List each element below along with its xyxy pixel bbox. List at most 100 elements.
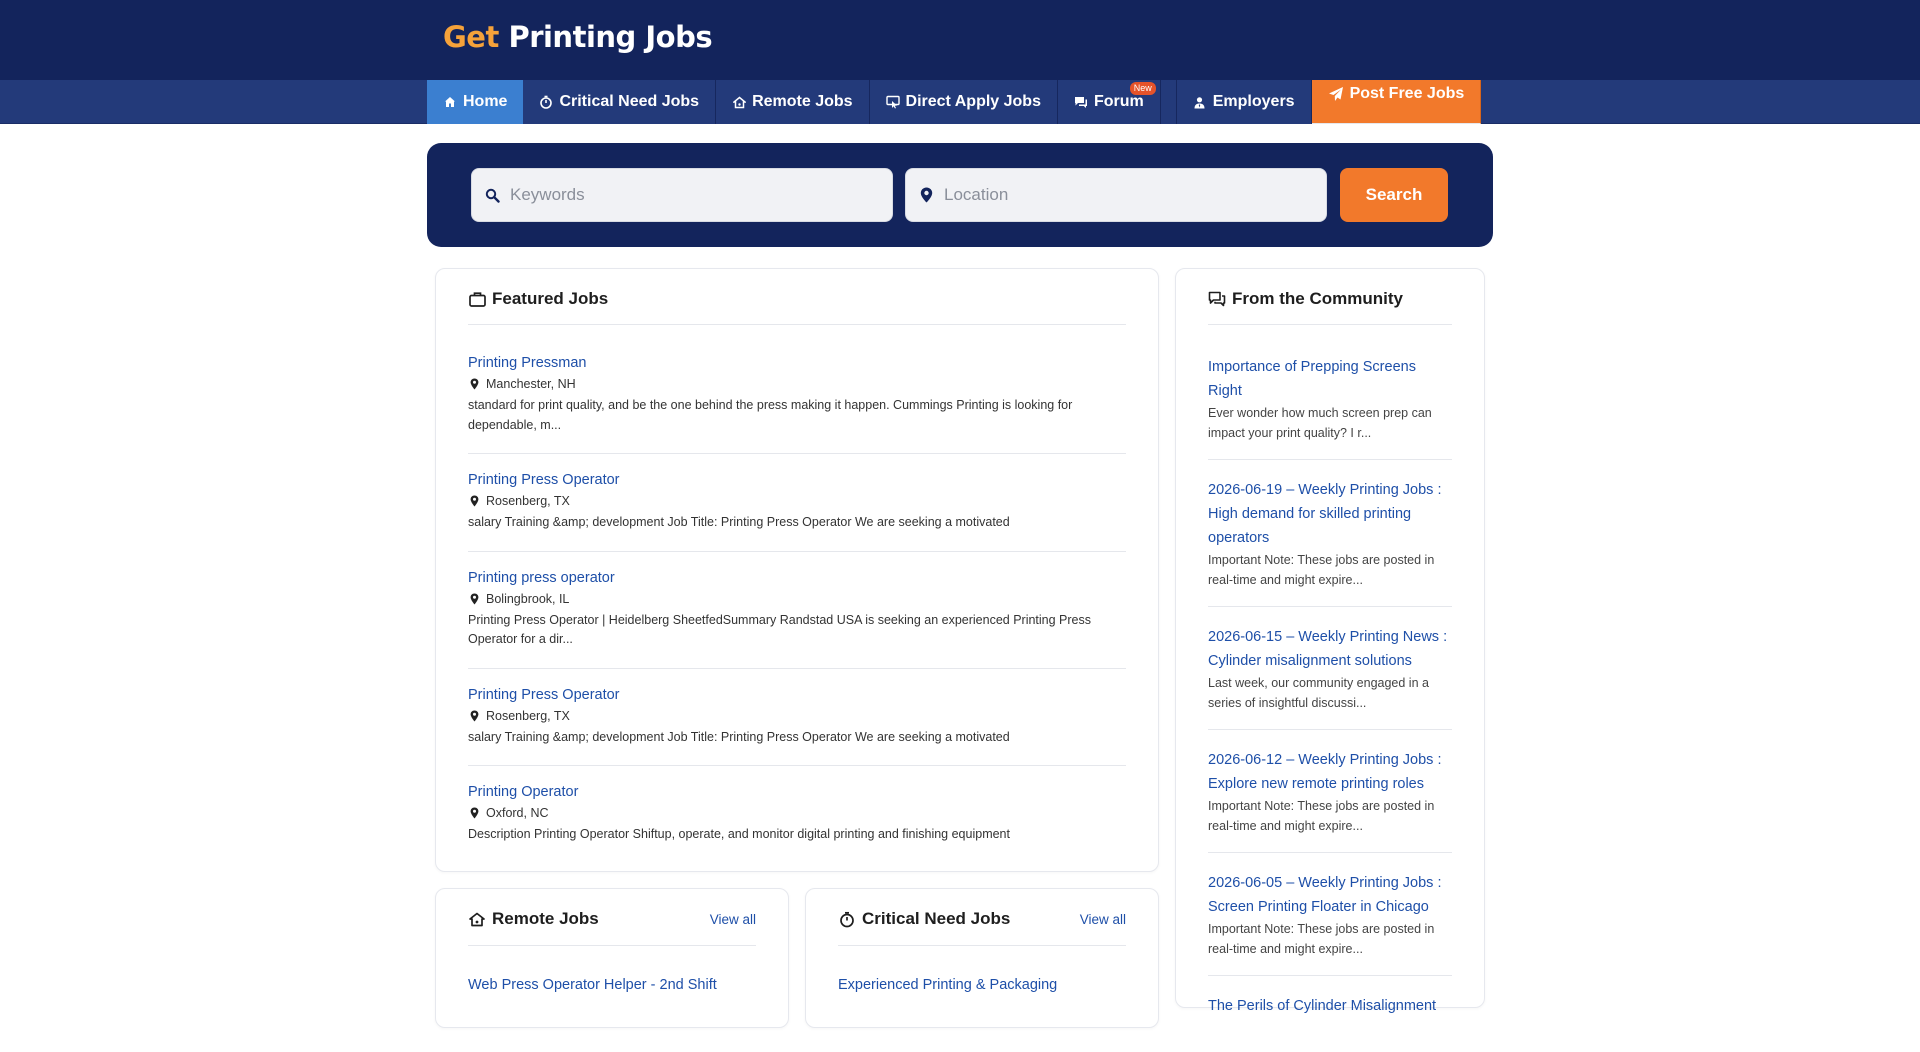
critical-divider [838, 945, 1126, 946]
remote-view-all-link[interactable]: View all [710, 912, 756, 927]
community-post-list: Importance of Prepping Screens Right Eve… [1208, 355, 1452, 1052]
pointer-screen-icon [885, 95, 900, 109]
map-pin-icon [468, 495, 480, 507]
post-title-link[interactable]: 2026-06-12 – Weekly Printing Jobs : Expl… [1208, 748, 1452, 796]
job-title-link[interactable]: Printing Press Operator [468, 472, 1126, 488]
critical-need-card: Critical Need Jobs View all Experienced … [805, 888, 1159, 1028]
briefcase-icon [468, 290, 486, 308]
search-panel: Search [427, 143, 1493, 247]
job-item: Printing Pressman Manchester, NH standar… [468, 355, 1126, 454]
job-location: Rosenberg, TX [468, 709, 1126, 723]
community-heading: From the Community [1208, 289, 1403, 309]
nav-home[interactable]: Home [427, 80, 524, 124]
job-location: Bolingbrook, IL [468, 592, 1126, 606]
job-location: Oxford, NC [468, 806, 1126, 820]
map-pin-icon [468, 378, 480, 390]
critical-need-title: Critical Need Jobs [862, 909, 1011, 928]
new-badge: New [1129, 82, 1156, 95]
post-title-link[interactable]: Importance of Prepping Screens Right [1208, 355, 1452, 403]
keywords-input[interactable] [510, 185, 870, 205]
post-item: 2026-06-15 – Weekly Printing News : Cyli… [1208, 625, 1452, 730]
post-excerpt: Ever wonder how much screen prep can imp… [1208, 406, 1432, 440]
job-title-link[interactable]: Printing Operator [468, 784, 1126, 800]
map-pin-icon [468, 593, 480, 605]
critical-view-all-link[interactable]: View all [1080, 912, 1126, 927]
user-tie-icon [1193, 95, 1207, 109]
nav-employers[interactable]: Employers [1176, 80, 1312, 124]
post-excerpt: Last week, our community engaged in a se… [1208, 676, 1429, 710]
post-item: 2026-06-19 – Weekly Printing Jobs : High… [1208, 478, 1452, 607]
keywords-field[interactable] [471, 168, 893, 222]
community-divider [1208, 324, 1452, 325]
featured-jobs-card: Featured Jobs Printing Pressman Manchest… [435, 268, 1159, 872]
post-item: The Perils of Cylinder Misalignment [1208, 994, 1452, 1034]
job-item: Printing Operator Oxford, NC Description… [468, 784, 1126, 863]
job-description: Printing Press Operator | Heidelberg She… [468, 612, 1092, 647]
post-title-link[interactable]: 2026-06-15 – Weekly Printing News : Cyli… [1208, 625, 1452, 673]
logo-get: Get [443, 20, 499, 54]
post-excerpt: Important Note: These jobs are posted in… [1208, 799, 1435, 833]
job-title-link[interactable]: Printing press operator [468, 570, 1126, 586]
search-button[interactable]: Search [1340, 168, 1448, 222]
nav-forum[interactable]: Forum New [1057, 80, 1161, 124]
post-item: Importance of Prepping Screens Right Eve… [1208, 355, 1452, 460]
post-title-link[interactable]: 2026-06-05 – Weekly Printing Jobs : Scre… [1208, 871, 1452, 919]
main-nav: Home Critical Need Jobs Remote Jobs Dire… [0, 80, 1920, 124]
remote-jobs-heading: Remote Jobs [468, 909, 599, 929]
job-location: Manchester, NH [468, 377, 1126, 391]
job-description: Description Printing Operator Shiftup, o… [468, 827, 1010, 841]
location-input[interactable] [944, 185, 1304, 205]
house-signal-icon [732, 95, 746, 109]
featured-divider [468, 324, 1126, 325]
remote-jobs-title: Remote Jobs [492, 909, 599, 928]
nav-critical-label: Critical Need Jobs [559, 93, 700, 110]
post-excerpt: Important Note: These jobs are posted in… [1208, 922, 1435, 956]
job-item: Printing Press Operator Rosenberg, TX sa… [468, 687, 1126, 766]
post-excerpt: Important Note: These jobs are posted in… [1208, 553, 1435, 587]
job-description: standard for print quality, and be the o… [468, 398, 1073, 432]
post-title-link[interactable]: The Perils of Cylinder Misalignment [1208, 994, 1452, 1018]
nav-employers-label: Employers [1212, 93, 1295, 110]
stopwatch-icon [838, 910, 856, 928]
location-field[interactable] [905, 168, 1327, 222]
remote-job-link[interactable]: Web Press Operator Helper - 2nd Shift [468, 977, 717, 993]
job-item: Printing press operator Bolingbrook, IL … [468, 570, 1126, 669]
featured-job-list: Printing Pressman Manchester, NH standar… [468, 355, 1126, 863]
job-location: Rosenberg, TX [468, 494, 1126, 508]
home-icon [443, 95, 457, 109]
community-title: From the Community [1232, 289, 1403, 308]
nav-forum-label: Forum [1093, 93, 1144, 110]
job-location-text: Manchester, NH [486, 377, 576, 391]
job-title-link[interactable]: Printing Pressman [468, 355, 1126, 371]
nav-remote-label: Remote Jobs [752, 93, 853, 110]
job-location-text: Oxford, NC [486, 806, 549, 820]
logo-printing-jobs: Printing Jobs [498, 20, 713, 54]
map-pin-icon [918, 187, 934, 203]
map-pin-icon [468, 710, 480, 722]
nav-remote-jobs[interactable]: Remote Jobs [716, 80, 870, 124]
map-pin-icon [468, 807, 480, 819]
job-description: salary Training &amp; development Job Ti… [468, 729, 1010, 744]
nav-critical-need-jobs[interactable]: Critical Need Jobs [523, 80, 717, 124]
nav-post-label: Post Free Jobs [1349, 84, 1465, 102]
site-header: Get Printing Jobs [0, 0, 1920, 80]
job-description: salary Training &amp; development Job Ti… [468, 515, 1010, 529]
nav-direct-apply-jobs[interactable]: Direct Apply Jobs [869, 80, 1058, 124]
nav-direct-label: Direct Apply Jobs [905, 93, 1041, 110]
job-item: Printing Press Operator Rosenberg, TX sa… [468, 472, 1126, 552]
community-card: From the Community Importance of Preppin… [1175, 268, 1485, 1014]
post-title-link[interactable]: 2026-06-19 – Weekly Printing Jobs : High… [1208, 478, 1452, 550]
job-title-link[interactable]: Printing Press Operator [468, 687, 1126, 703]
paper-plane-icon [1328, 86, 1344, 102]
job-location-text: Rosenberg, TX [486, 708, 570, 723]
nav-post-free-jobs[interactable]: Post Free Jobs [1311, 80, 1482, 124]
job-location-text: Rosenberg, TX [486, 494, 570, 508]
critical-job-link[interactable]: Experienced Printing & Packaging [838, 977, 1057, 993]
job-location-text: Bolingbrook, IL [486, 591, 570, 606]
remote-divider [468, 945, 756, 946]
house-signal-icon [468, 910, 486, 928]
stopwatch-icon [539, 95, 553, 109]
nav-spacer [1160, 80, 1177, 124]
search-icon [484, 187, 500, 203]
site-logo[interactable]: Get Printing Jobs [443, 20, 713, 54]
